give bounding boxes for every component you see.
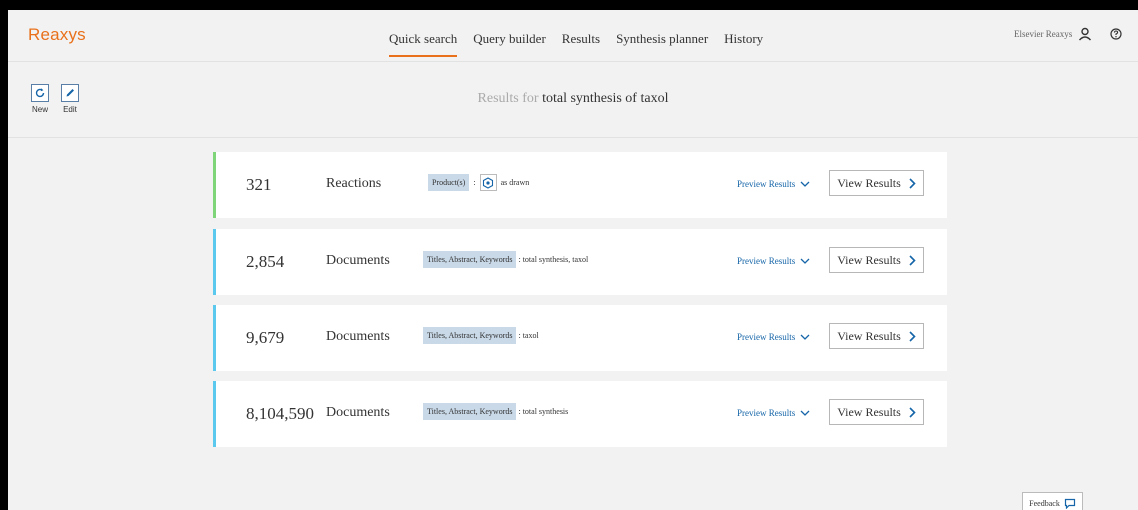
result-card-documents: 8,104,590 Documents Titles, Abstract, Ke…: [213, 381, 947, 447]
chevron-right-icon: [909, 406, 916, 418]
user-area: Elsevier Reaxys: [1014, 27, 1122, 41]
reaxys-logo[interactable]: Reaxys: [28, 25, 86, 45]
result-type: Documents: [326, 329, 390, 344]
chevron-right-icon: [909, 254, 916, 266]
results-for-heading: Results for total synthesis of taxol: [8, 91, 1138, 107]
result-card-reactions: 321 Reactions Product(s) : as drawn Prev…: [213, 152, 947, 218]
nav-synthesis-planner[interactable]: Synthesis planner: [616, 31, 708, 53]
result-type: Documents: [326, 405, 390, 420]
top-navigation: Reaxys Quick search Query builder Result…: [8, 10, 1138, 62]
main-nav: Quick search Query builder Results Synth…: [389, 31, 779, 57]
chevron-right-icon: [909, 330, 916, 342]
result-type: Documents: [326, 253, 390, 268]
view-results-label: View Results: [837, 252, 901, 267]
search-criteria: Product(s) : as drawn: [428, 174, 529, 191]
nav-results[interactable]: Results: [562, 31, 600, 53]
criteria-tag: Titles, Abstract, Keywords: [423, 403, 517, 420]
help-icon[interactable]: [1110, 28, 1122, 40]
preview-results-link[interactable]: Preview Results: [737, 408, 810, 418]
user-name[interactable]: Elsevier Reaxys: [1014, 29, 1072, 39]
speech-bubble-icon: [1064, 498, 1075, 509]
search-criteria: Titles, Abstract, Keywords : total synth…: [423, 251, 588, 268]
criteria-tag: Titles, Abstract, Keywords: [423, 327, 517, 344]
view-results-label: View Results: [837, 404, 901, 419]
result-count: 321: [246, 175, 272, 194]
result-count: 2,854: [246, 252, 285, 271]
result-card-documents: 9,679 Documents Titles, Abstract, Keywor…: [213, 305, 947, 371]
card-accent-bar: [213, 229, 216, 295]
card-accent-bar: [213, 381, 216, 447]
criteria-text: : total synthesis: [518, 407, 569, 416]
preview-results-label: Preview Results: [737, 408, 796, 418]
feedback-button[interactable]: Feedback: [1022, 492, 1083, 510]
chevron-down-icon: [800, 181, 810, 187]
user-icon[interactable]: [1078, 27, 1092, 41]
preview-results-link[interactable]: Preview Results: [737, 179, 810, 189]
result-count: 8,104,590: [246, 404, 314, 423]
results-for-prefix: Results for: [477, 91, 539, 106]
preview-results-label: Preview Results: [737, 332, 796, 342]
result-card-documents: 2,854 Documents Titles, Abstract, Keywor…: [213, 229, 947, 295]
preview-results-label: Preview Results: [737, 256, 796, 266]
view-results-button[interactable]: View Results: [829, 170, 924, 196]
result-count: 9,679: [246, 328, 285, 347]
view-results-button[interactable]: View Results: [829, 323, 924, 349]
search-query: total synthesis of taxol: [542, 91, 669, 106]
criteria-tag: Titles, Abstract, Keywords: [423, 251, 517, 268]
view-results-button[interactable]: View Results: [829, 247, 924, 273]
app-frame: Reaxys Quick search Query builder Result…: [8, 10, 1138, 510]
view-results-label: View Results: [837, 175, 901, 190]
criteria-tag: Product(s): [428, 174, 470, 191]
feedback-label: Feedback: [1029, 498, 1060, 508]
results-header-bar: New Edit Results for total synthesis of …: [8, 62, 1138, 138]
structure-thumbnail-icon[interactable]: [479, 174, 497, 191]
chevron-down-icon: [800, 410, 810, 416]
chevron-right-icon: [909, 177, 916, 189]
nav-query-builder[interactable]: Query builder: [473, 31, 546, 53]
criteria-text: : total synthesis, taxol: [518, 255, 589, 264]
criteria-separator: :: [473, 178, 476, 187]
result-type: Reactions: [326, 176, 382, 191]
preview-results-link[interactable]: Preview Results: [737, 256, 810, 266]
criteria-text: as drawn: [500, 178, 530, 187]
nav-history[interactable]: History: [724, 31, 763, 53]
card-accent-bar: [213, 305, 216, 371]
card-accent-bar: [213, 152, 216, 218]
criteria-text: : taxol: [518, 331, 539, 340]
search-criteria: Titles, Abstract, Keywords : taxol: [423, 327, 539, 344]
preview-results-label: Preview Results: [737, 179, 796, 189]
view-results-label: View Results: [837, 328, 901, 343]
view-results-button[interactable]: View Results: [829, 399, 924, 425]
nav-quick-search[interactable]: Quick search: [389, 31, 458, 57]
chevron-down-icon: [800, 334, 810, 340]
preview-results-link[interactable]: Preview Results: [737, 332, 810, 342]
chevron-down-icon: [800, 258, 810, 264]
search-criteria: Titles, Abstract, Keywords : total synth…: [423, 403, 568, 420]
